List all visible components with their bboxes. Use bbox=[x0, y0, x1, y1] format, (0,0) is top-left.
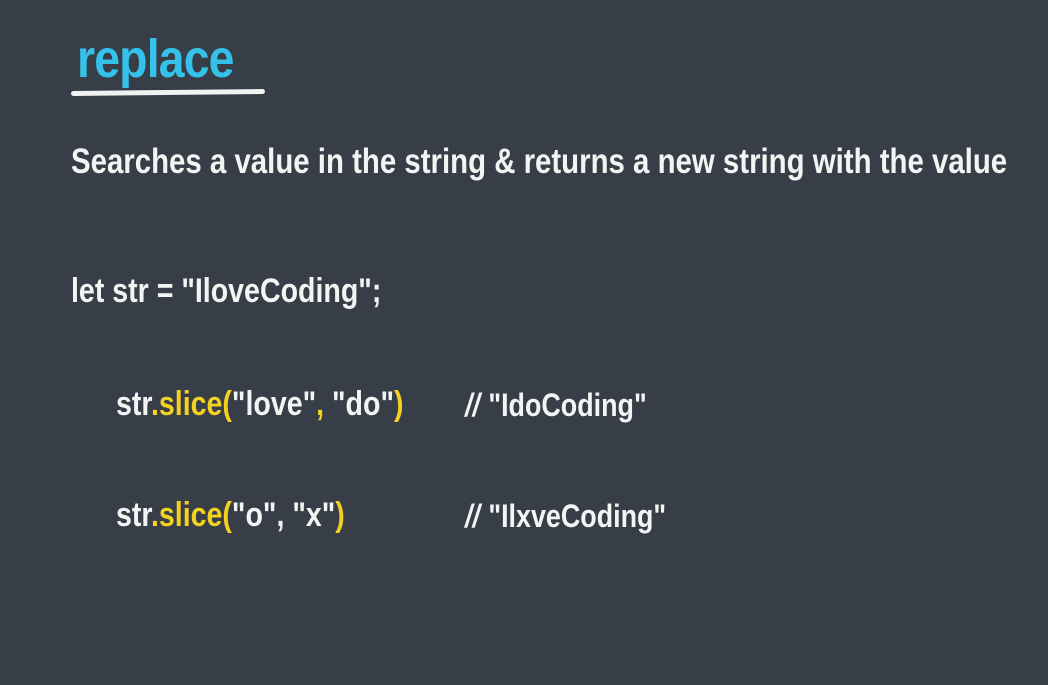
code-argument-1: "love" bbox=[231, 385, 317, 423]
code-method: .slice( bbox=[150, 496, 232, 534]
slide-title: replace bbox=[77, 29, 235, 89]
code-object: str bbox=[116, 496, 151, 534]
code-method: .slice( bbox=[150, 385, 232, 423]
code-argument-1: "o" bbox=[231, 496, 277, 534]
string-declaration: let str = "IloveCoding"; bbox=[71, 272, 382, 310]
code-separator: , bbox=[316, 385, 325, 423]
slide: replace Searches a value in the string &… bbox=[0, 0, 1048, 685]
comment-result: "IlxveCoding" bbox=[488, 498, 667, 534]
comment-marker: // bbox=[465, 387, 480, 423]
code-object: str bbox=[116, 385, 151, 423]
comment-result: "IdoCoding" bbox=[488, 387, 647, 423]
method-description: Searches a value in the string & returns… bbox=[71, 142, 1008, 181]
code-argument-2: "do" bbox=[324, 385, 395, 423]
code-argument-2: "x" bbox=[284, 496, 336, 534]
code-close-paren: ) bbox=[335, 496, 345, 534]
code-comment-2: //"IlxveCoding" bbox=[465, 495, 666, 537]
code-example-2: str.slice("o", "x") bbox=[116, 494, 345, 536]
code-comment-1: //"IdoCoding" bbox=[465, 384, 647, 426]
code-example-1: str.slice("love", "do") bbox=[116, 383, 404, 425]
title-underline bbox=[70, 88, 266, 97]
code-close-paren: ) bbox=[394, 385, 404, 423]
comment-marker: // bbox=[465, 498, 480, 534]
